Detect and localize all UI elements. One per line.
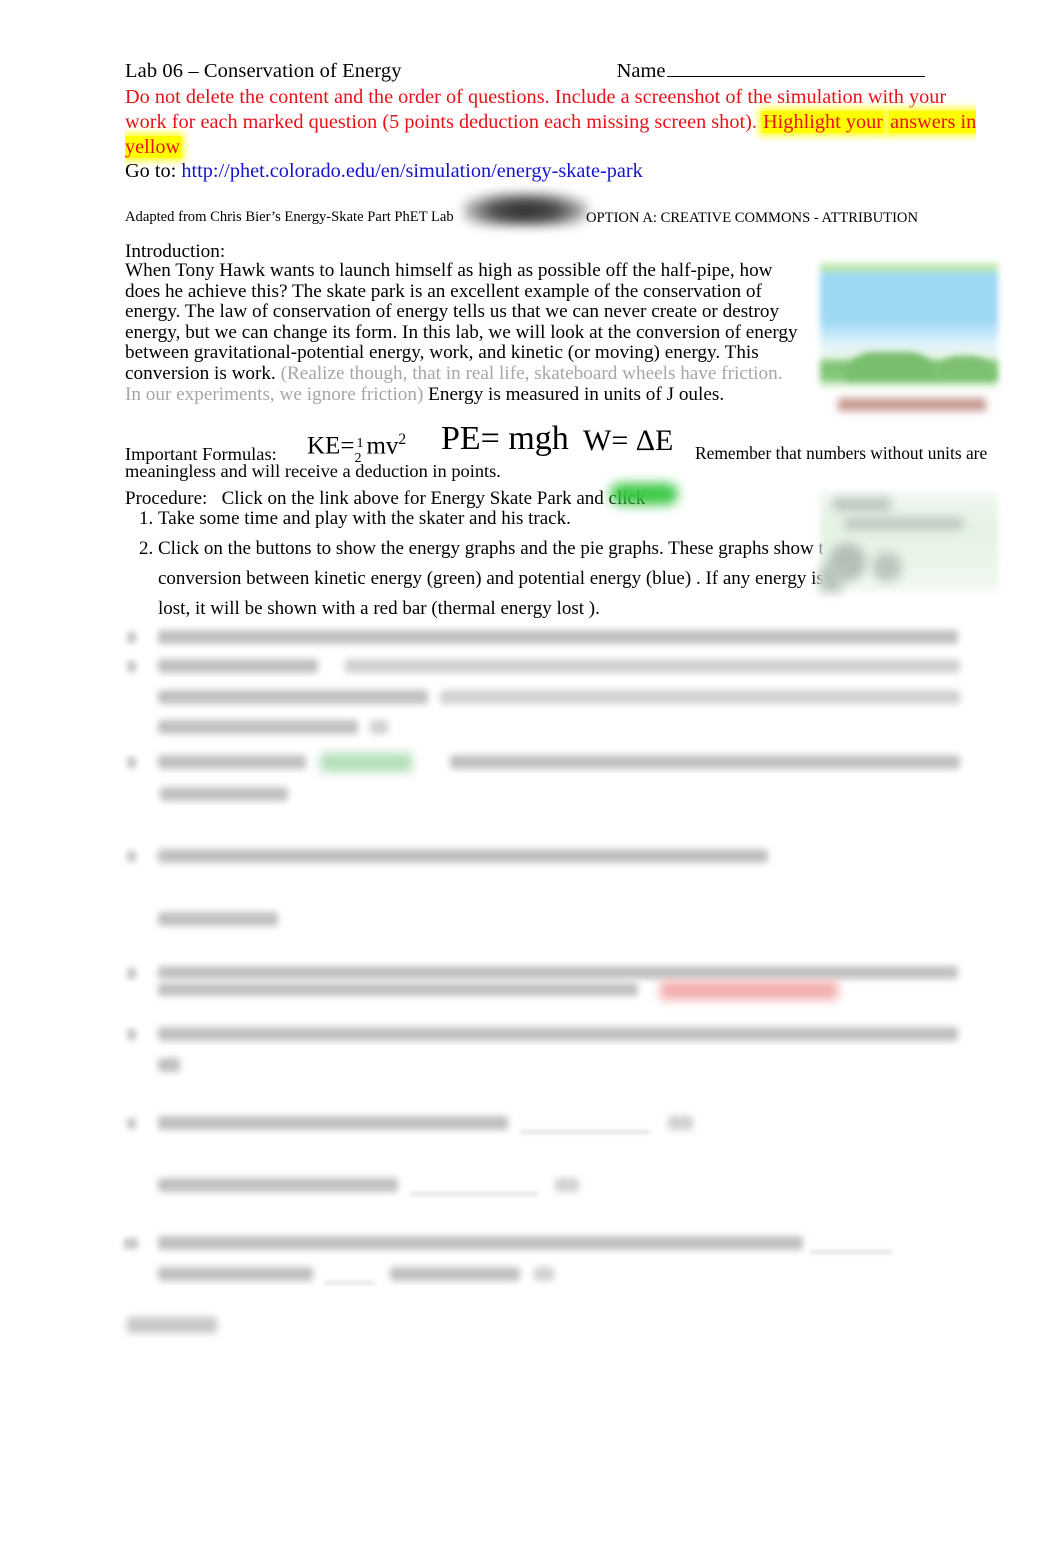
formula-potential-energy: PE= mgh [441,420,569,457]
redacted-answer-rule [325,1282,375,1284]
fraction-numerator: 1 [356,436,364,452]
simulation-link[interactable]: http://phet.colorado.edu/en/simulation/e… [181,160,642,182]
redacted-line [158,659,318,673]
redacted-line [158,1116,508,1130]
introduction-paragraph: When Tony Hawk wants to launch himself a… [125,260,801,405]
redacted-answer-rule [410,1193,538,1195]
ke-rhs: mv [366,432,399,460]
page-footer-number [127,1317,217,1333]
redacted-line [440,690,960,704]
redacted-item-number [127,757,136,768]
redacted-line [158,1178,398,1192]
formula-work: W= ΔE [583,424,674,457]
procedure-intro-text: Click on the link above for Energy Skate… [221,488,646,509]
name-label: Name [616,60,666,82]
redacted-line [390,1267,520,1281]
thumbnail-hill-left [845,352,937,380]
redacted-line [158,966,958,979]
redacted-answer-rule [810,1251,892,1253]
redacted-line [158,983,638,996]
redacted-line [450,755,960,769]
procedure-step-1: Take some time and play with the skater … [158,508,848,530]
formula-kinetic-energy: KE= 1 2 mv2 [307,431,407,465]
goto-line: Go to: http://phet.colorado.edu/en/simul… [125,160,643,183]
page-title: Lab 06 – Conservation of Energy [125,60,402,82]
redacted-item-number [127,968,136,979]
creative-commons-badge-icon [463,192,588,226]
redacted-line [370,720,388,734]
thumbnail-caption-bar [838,398,986,411]
ke-lhs: KE= [307,432,355,460]
thumbnail-graph-blob-5 [820,566,842,592]
formulas-block: Important Formulas: KE= 1 2 mv2 PE= mgh W= … [125,418,1005,465]
redacted-item-number [124,1238,138,1249]
redacted-line [555,1178,579,1192]
redacted-line [160,787,288,801]
procedure-step-2: Click on the buttons to show the energy … [158,534,848,624]
notice-line-2: work for each marked question (5 points … [125,111,757,134]
redacted-line [158,849,768,863]
ke-exponent: 2 [398,431,407,448]
redacted-item-number [127,632,136,643]
document-page: Lab 06 – Conservation of Energy Name Do … [0,0,1062,1556]
redacted-green-highlight [320,753,412,772]
green-highlight-marker [610,483,678,505]
redacted-line [158,1027,958,1041]
license-option-text: OPTION A: CREATIVE COMMONS - ATTRIBUTION [586,210,919,226]
notice-highlight-1: Highlight your [762,111,885,134]
redacted-line [158,690,428,704]
redacted-line [158,1236,803,1250]
document-header: Lab 06 – Conservation of Energy Name [125,60,955,83]
redacted-item-number [127,1029,136,1040]
formulas-label-continuation: meaningless and will receive a deduction… [125,461,501,481]
procedure-steps-list: Take some time and play with the skater … [125,508,848,634]
redacted-line [668,1116,693,1130]
procedure-label: Procedure: [125,488,208,509]
redacted-line [158,1058,180,1072]
redacted-item-number [127,661,136,672]
redacted-line [158,755,306,769]
goto-label: Go to: [125,160,177,182]
redaction-note: Remaining questions 3–10 and page footer… [0,0,1,1]
redacted-item-number [127,851,136,862]
name-input-rule[interactable] [666,76,925,77]
redacted-item-number [127,1118,136,1129]
redacted-red-highlight [660,981,838,1000]
redacted-answer-rule [520,1131,650,1133]
redacted-line [534,1267,554,1281]
red-notice: Do not delete the content and the order … [125,85,980,161]
thumbnail-graph-blob-4 [872,552,902,582]
adapted-from-text: Adapted from Chris Bier’s Energy-Skate P… [125,209,454,225]
thumbnail-graph-blob-2 [845,518,963,529]
introduction-text-tail: Energy is measured in units of J oules. [423,383,725,405]
redacted-line [345,659,960,673]
units-reminder-text: Remember that numbers without units are [695,443,988,463]
name-field-group: Name [617,60,925,83]
thumbnail-graph-blob-1 [833,498,891,511]
procedure-heading: Procedure: Click on the link above for E… [125,488,645,510]
redacted-line [158,912,278,926]
one-half-fraction: 12 [354,437,366,465]
redacted-line [158,1267,313,1281]
notice-line-1: Do not delete the content and the order … [125,86,947,108]
redacted-line [158,630,958,644]
redacted-line [158,720,358,734]
